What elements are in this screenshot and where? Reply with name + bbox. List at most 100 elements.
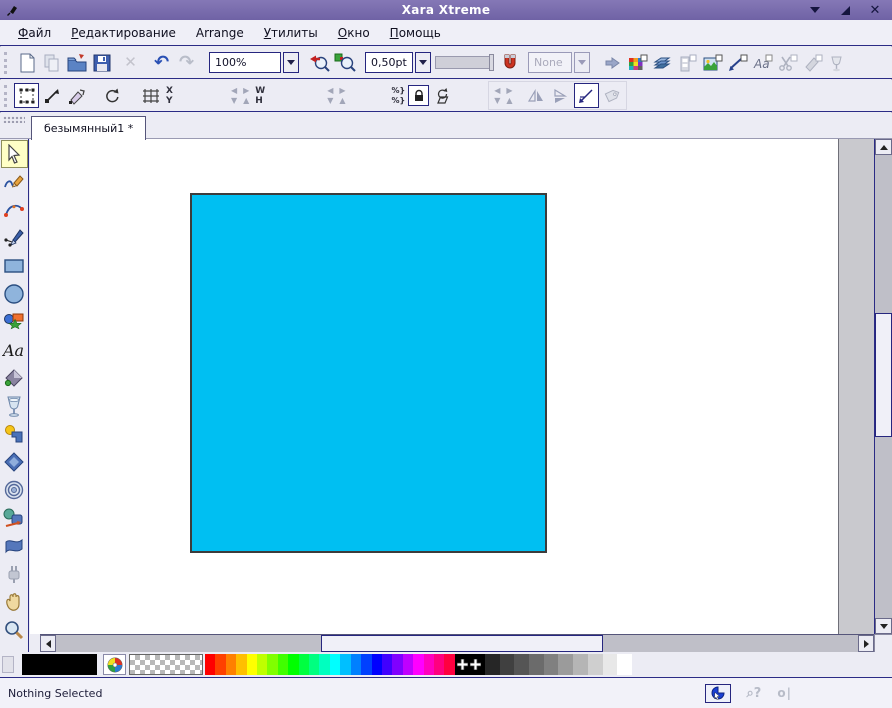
gray-swatch[interactable]: [514, 654, 529, 675]
color-swatch[interactable]: [424, 654, 434, 675]
current-color-indicator[interactable]: [22, 654, 97, 675]
gray-swatch[interactable]: [529, 654, 544, 675]
color-swatch[interactable]: [205, 654, 215, 675]
color-swatch[interactable]: [340, 654, 350, 675]
color-swatch[interactable]: [247, 654, 257, 675]
quickshape-tool[interactable]: [1, 308, 28, 336]
ellipse-tool[interactable]: [1, 280, 28, 308]
color-swatch[interactable]: [382, 654, 392, 675]
zoom-combo-dropdown[interactable]: [283, 52, 299, 73]
menu-edit[interactable]: Редактирование: [61, 23, 186, 43]
fill-drag-icon[interactable]: [64, 83, 89, 108]
open-document-button[interactable]: [64, 50, 89, 75]
flip-horizontal-button[interactable]: [524, 83, 549, 108]
transparency-tool[interactable]: [1, 392, 28, 420]
color-swatch[interactable]: [257, 654, 267, 675]
color-swatch[interactable]: [319, 654, 329, 675]
mould-tool[interactable]: [1, 532, 28, 560]
clipart-gallery-icon[interactable]: [775, 50, 800, 75]
gray-swatch[interactable]: [558, 654, 573, 675]
grid-snap-icon[interactable]: [138, 83, 163, 108]
vertical-scrollbar[interactable]: [874, 139, 892, 634]
color-swatch[interactable]: [278, 654, 288, 675]
scroll-down-button[interactable]: [875, 618, 892, 634]
menu-arrange[interactable]: Arrange: [186, 23, 254, 43]
document-tab[interactable]: безымянный1 *: [31, 116, 146, 140]
feather-slider-handle[interactable]: [489, 54, 494, 71]
horizontal-scrollbar[interactable]: [40, 634, 874, 652]
move-selection-icon[interactable]: [39, 83, 64, 108]
gray-swatch[interactable]: [500, 654, 515, 675]
gray-swatch[interactable]: [485, 654, 500, 675]
bevel-tool[interactable]: [1, 448, 28, 476]
palette-scroll-nub[interactable]: [2, 656, 14, 673]
color-swatch[interactable]: [309, 654, 319, 675]
constrain-drag-button[interactable]: [574, 83, 599, 108]
save-document-button[interactable]: [89, 50, 114, 75]
gray-swatch[interactable]: [603, 654, 618, 675]
zoom-tool[interactable]: [1, 616, 28, 644]
color-swatch[interactable]: [236, 654, 246, 675]
titlebar[interactable]: Xara Xtreme ✕: [0, 0, 892, 20]
color-swatch[interactable]: [351, 654, 361, 675]
menu-window[interactable]: Окно: [328, 23, 380, 43]
scroll-up-button[interactable]: [875, 139, 892, 155]
live-effects-tool[interactable]: [1, 560, 28, 588]
size-nudge-arrows[interactable]: ◀▶ ▼▲: [324, 87, 348, 105]
line-width-dropdown[interactable]: [415, 52, 431, 73]
marquee-select-button[interactable]: [14, 83, 39, 108]
undo-button[interactable]: ↶: [149, 50, 174, 75]
horizontal-scroll-thumb[interactable]: [321, 635, 603, 652]
color-swatch[interactable]: [267, 654, 277, 675]
color-swatch[interactable]: [413, 654, 423, 675]
line-gallery-button[interactable]: [725, 50, 750, 75]
color-swatch[interactable]: [361, 654, 371, 675]
menu-file[interactable]: Файл: [8, 23, 61, 43]
transparency-gallery-icon[interactable]: [825, 50, 850, 75]
color-swatch[interactable]: [444, 654, 454, 675]
copy-document-icon[interactable]: [39, 50, 64, 75]
push-tool[interactable]: [1, 588, 28, 616]
menu-help[interactable]: Помощь: [380, 23, 451, 43]
snap-to-objects-button[interactable]: [497, 50, 522, 75]
export-preview-icon[interactable]: [600, 50, 625, 75]
black-swatch-with-markers[interactable]: [455, 654, 485, 675]
fill-tool[interactable]: [1, 364, 28, 392]
rotate-selection-icon[interactable]: [99, 83, 124, 108]
toolbar-grip[interactable]: [4, 52, 9, 74]
color-swatch[interactable]: [215, 654, 225, 675]
shadow-tool[interactable]: [1, 420, 28, 448]
bitmap-gallery-button[interactable]: [700, 50, 725, 75]
lock-aspect-button[interactable]: [408, 85, 429, 106]
flip-vertical-button[interactable]: [549, 83, 574, 108]
live-drag-indicator[interactable]: [705, 684, 731, 703]
gray-swatch[interactable]: [617, 654, 632, 675]
tag-object-icon[interactable]: [599, 83, 624, 108]
shade-button[interactable]: [838, 4, 852, 16]
toolcolumn-grip[interactable]: [3, 116, 25, 123]
delete-icon[interactable]: ✕: [118, 50, 143, 75]
text-tool[interactable]: Aa: [1, 336, 28, 364]
line-width-combo[interactable]: 0,50pt: [365, 52, 431, 73]
zoom-to-drawing-button[interactable]: [332, 50, 357, 75]
selector-tool[interactable]: [1, 140, 28, 168]
color-swatch[interactable]: [288, 654, 298, 675]
gray-swatch[interactable]: [573, 654, 588, 675]
infobar-grip[interactable]: [4, 85, 9, 107]
new-document-button[interactable]: [14, 50, 39, 75]
blend-tool[interactable]: [1, 504, 28, 532]
contour-tool[interactable]: [1, 476, 28, 504]
color-gallery-button[interactable]: [625, 50, 650, 75]
rotate-nudge-arrows[interactable]: ◀▶ ▼▲: [491, 87, 515, 105]
no-color-swatch[interactable]: [129, 654, 203, 675]
scroll-left-button[interactable]: [40, 635, 56, 652]
color-editor-button[interactable]: [103, 654, 126, 675]
freehand-tool[interactable]: [1, 168, 28, 196]
font-gallery-button[interactable]: Aa: [750, 50, 775, 75]
fill-gallery-icon[interactable]: [800, 50, 825, 75]
pen-tool[interactable]: [1, 224, 28, 252]
color-swatch[interactable]: [226, 654, 236, 675]
feather-slider[interactable]: [435, 56, 493, 69]
shape-editor-tool[interactable]: [1, 196, 28, 224]
previous-zoom-button[interactable]: [307, 50, 332, 75]
